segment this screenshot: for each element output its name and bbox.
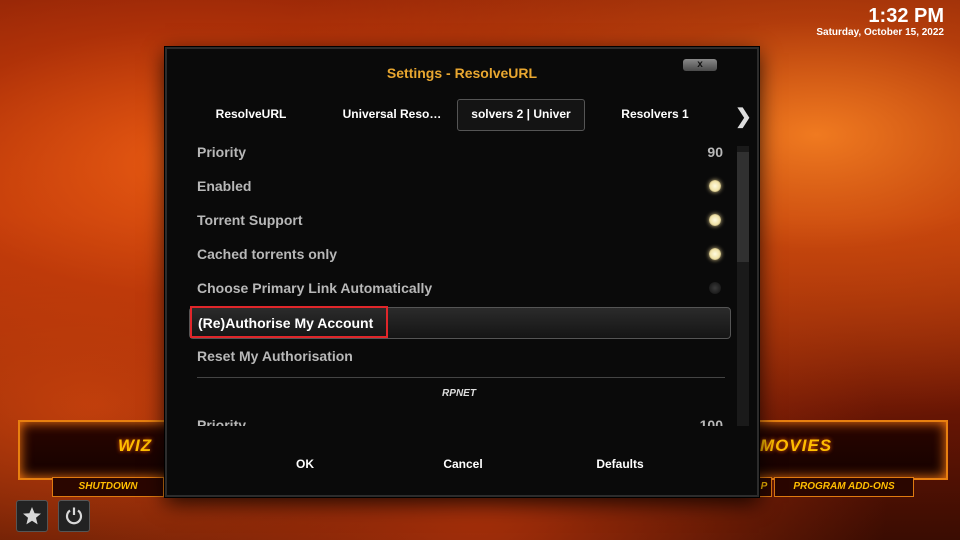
scrollbar-thumb[interactable]: [737, 152, 749, 262]
close-icon: x: [697, 59, 703, 70]
setting-cached-torrents-only[interactable]: Cached torrents only: [189, 239, 729, 269]
setting-label: Torrent Support: [197, 212, 303, 228]
ok-button[interactable]: OK: [245, 449, 365, 479]
favourites-button[interactable]: [16, 500, 48, 532]
setting-enabled[interactable]: Enabled: [189, 171, 729, 201]
tab-resolvers-1[interactable]: Resolvers 1: [595, 99, 715, 129]
submenu-shutdown[interactable]: SHUTDOWN: [52, 477, 164, 497]
radio-off-icon[interactable]: [709, 282, 721, 294]
setting-torrent-support[interactable]: Torrent Support: [189, 205, 729, 235]
clock-time: 1:32 PM: [868, 5, 944, 27]
tab-universal-resolvers-2[interactable]: solvers 2 | Univer: [457, 99, 585, 131]
setting-priority[interactable]: Priority 90: [189, 137, 729, 167]
setting-label: Reset My Authorisation: [197, 348, 353, 364]
setting-rpnet-priority[interactable]: Priority 100: [189, 410, 729, 426]
highlight-box: [190, 306, 388, 338]
radio-on-icon[interactable]: [709, 180, 721, 192]
clock-date: Saturday, October 15, 2022: [816, 27, 944, 38]
menu-item-wizard[interactable]: WIZ: [118, 436, 152, 456]
setting-label: Cached torrents only: [197, 246, 338, 262]
defaults-button[interactable]: Defaults: [560, 449, 680, 479]
setting-choose-primary-link[interactable]: Choose Primary Link Automatically: [189, 273, 729, 303]
setting-label: Priority: [197, 144, 247, 160]
star-icon: [23, 507, 41, 525]
close-button[interactable]: x: [683, 59, 717, 71]
tab-universal-resolvers[interactable]: Universal Reso…: [327, 99, 457, 129]
clock: 1:32 PM Saturday, October 15, 2022: [816, 5, 944, 39]
group-header-rpnet: RPNET: [442, 388, 476, 399]
chevron-right-icon: ❯: [735, 106, 752, 128]
submenu-program-addons[interactable]: PROGRAM ADD-ONS: [774, 477, 914, 497]
power-button[interactable]: [58, 500, 90, 532]
scrollbar[interactable]: [737, 146, 749, 426]
dialog-buttons: OK Cancel Defaults: [167, 449, 757, 479]
cancel-button[interactable]: Cancel: [403, 449, 523, 479]
category-tabs: ResolveURL Universal Reso… solvers 2 | U…: [187, 99, 747, 131]
menu-item-movies[interactable]: MOVIES: [760, 436, 832, 456]
setting-reauthorise-account[interactable]: (Re)Authorise My Account: [189, 306, 731, 339]
radio-on-icon[interactable]: [709, 248, 721, 260]
tab-resolveurl[interactable]: ResolveURL: [187, 99, 315, 129]
power-icon: [65, 507, 83, 525]
setting-label: Priority: [197, 417, 247, 426]
setting-label: Enabled: [197, 178, 252, 194]
group-divider: [197, 377, 725, 378]
settings-list: Priority 90 Enabled Torrent Support Cach…: [189, 136, 737, 426]
setting-label: Choose Primary Link Automatically: [197, 280, 433, 296]
radio-on-icon[interactable]: [709, 214, 721, 226]
setting-reset-authorisation[interactable]: Reset My Authorisation: [189, 341, 729, 371]
settings-dialog: Settings - ResolveURL x ResolveURL Unive…: [165, 47, 759, 497]
setting-value: 90: [707, 144, 723, 160]
setting-value: 100: [699, 417, 723, 426]
dialog-title: Settings - ResolveURL: [386, 65, 538, 81]
tabs-next-arrow[interactable]: ❯: [735, 104, 752, 129]
